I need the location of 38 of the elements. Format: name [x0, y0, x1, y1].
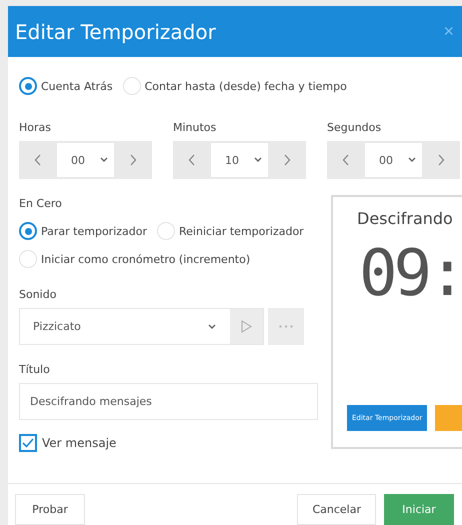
section-label: En Cero: [19, 197, 63, 210]
chevron-right-icon: [283, 154, 291, 166]
more-icon: [279, 325, 293, 328]
chevron-left-icon: [34, 154, 42, 166]
field-label: Horas: [19, 121, 52, 134]
caret-icon: [208, 324, 216, 330]
caret-icon: [408, 157, 416, 163]
caret-icon: [254, 157, 262, 163]
radio-option[interactable]: Contar hasta (desde) fecha y tiempo: [122, 77, 347, 95]
checkbox-option[interactable]: Ver mensaje: [19, 434, 318, 452]
dialog-title: Editar Temporizador: [15, 20, 216, 44]
preview-title: Descifrando: [357, 209, 454, 228]
radio-option[interactable]: Reiniciar temporizador: [157, 222, 304, 240]
title-input[interactable]: Descifrando mensajes: [19, 383, 318, 420]
chevron-right-icon: [129, 154, 137, 166]
sound-select[interactable]: Pizzicato: [19, 308, 264, 345]
more-button[interactable]: [268, 308, 304, 345]
chevron-left-icon: [342, 154, 350, 166]
timer-display: 09:: [359, 242, 462, 306]
caret-icon: [100, 157, 108, 163]
time-select[interactable]: 00: [365, 143, 422, 177]
check-icon: [22, 438, 34, 448]
radio-option[interactable]: Parar temporizador: [19, 222, 147, 240]
footer-button[interactable]: Cancelar: [297, 494, 376, 525]
field-label: Segundos: [327, 121, 382, 134]
field-label: Título: [19, 363, 51, 376]
play-icon: [241, 320, 252, 333]
time-select[interactable]: 10: [211, 143, 268, 177]
footer-button[interactable]: Probar: [15, 494, 85, 525]
chevron-left-icon: [188, 154, 196, 166]
field-label: Minutos: [173, 121, 218, 134]
radio-option[interactable]: Iniciar como cronómetro (incremento): [19, 250, 250, 268]
chevron-right-icon: [437, 154, 445, 166]
preview-button[interactable]: [435, 405, 462, 431]
radio-option[interactable]: Cuenta Atrás: [19, 77, 113, 95]
play-button[interactable]: [230, 309, 263, 344]
field-label: Sonido: [19, 288, 58, 301]
time-select[interactable]: 00: [57, 143, 114, 177]
